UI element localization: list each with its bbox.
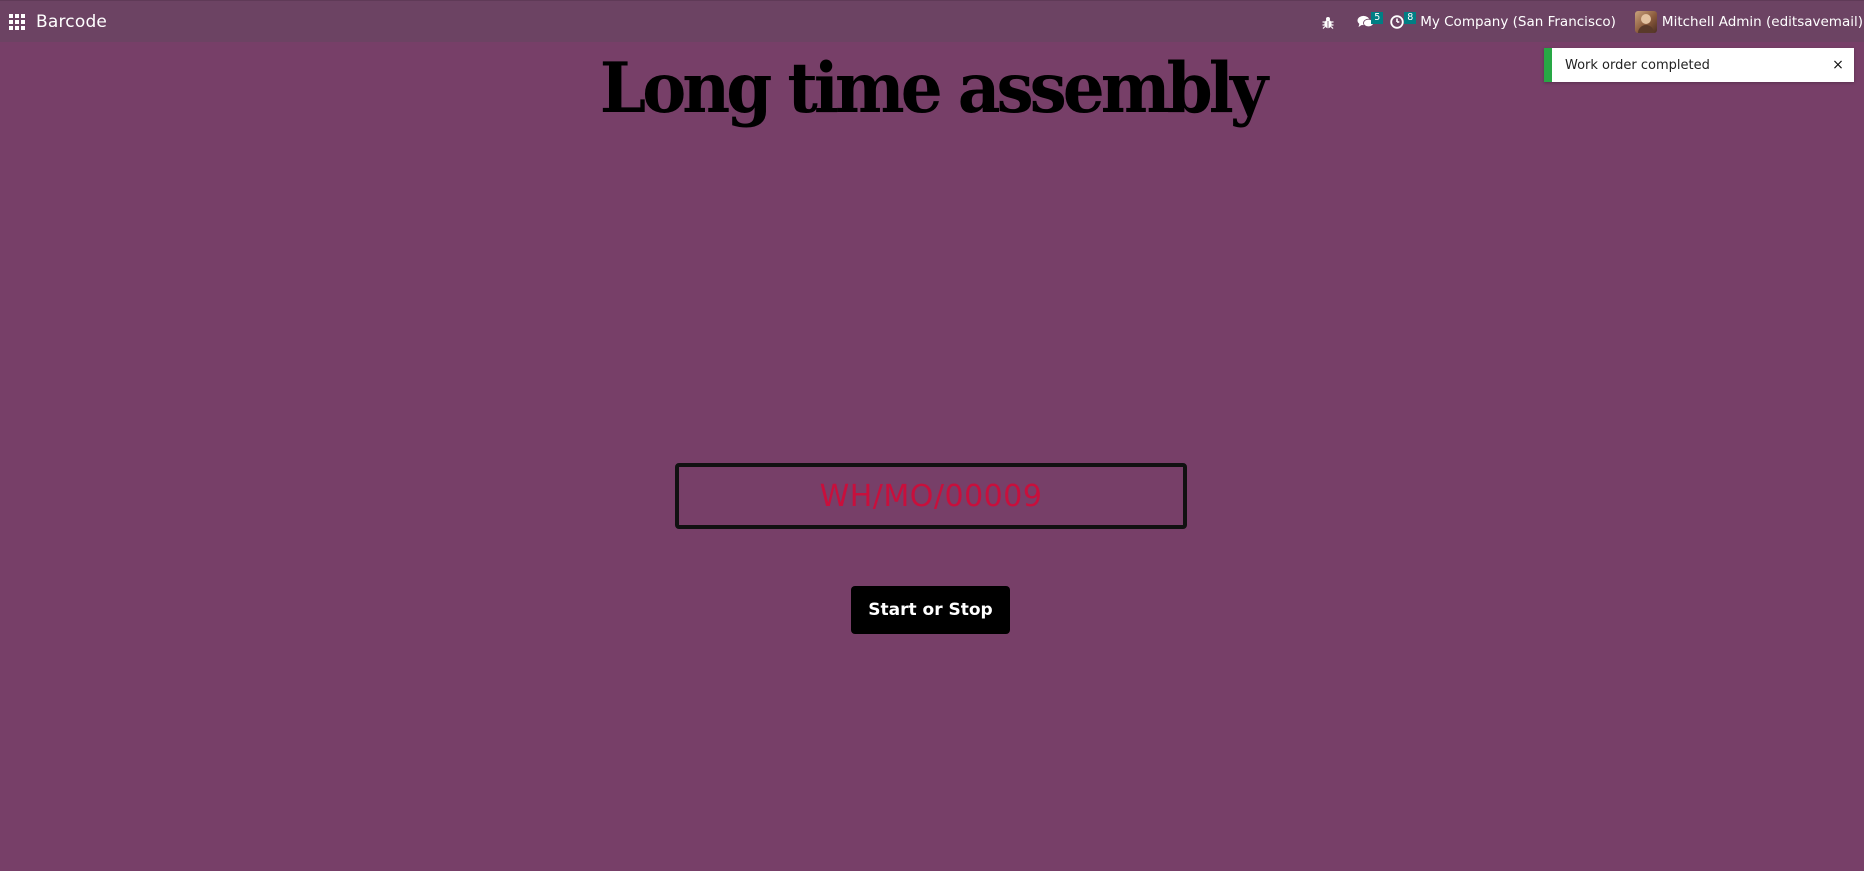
app-name[interactable]: Barcode [36,12,107,32]
barcode-display: WH/MO/00009 [675,463,1187,529]
notification-toast: Work order completed × [1544,48,1854,82]
notification-message: Work order completed [1565,57,1710,73]
close-icon[interactable]: × [1826,57,1850,73]
apps-menu-icon[interactable] [9,13,25,30]
activities-count-badge: 8 [1404,12,1417,24]
avatar [1634,11,1657,33]
messages-count-badge: 5 [1371,12,1384,24]
start-stop-button[interactable]: Start or Stop [851,586,1010,634]
clock-icon [1390,15,1404,29]
user-name: Mitchell Admin (editsavemail) [1661,14,1863,30]
